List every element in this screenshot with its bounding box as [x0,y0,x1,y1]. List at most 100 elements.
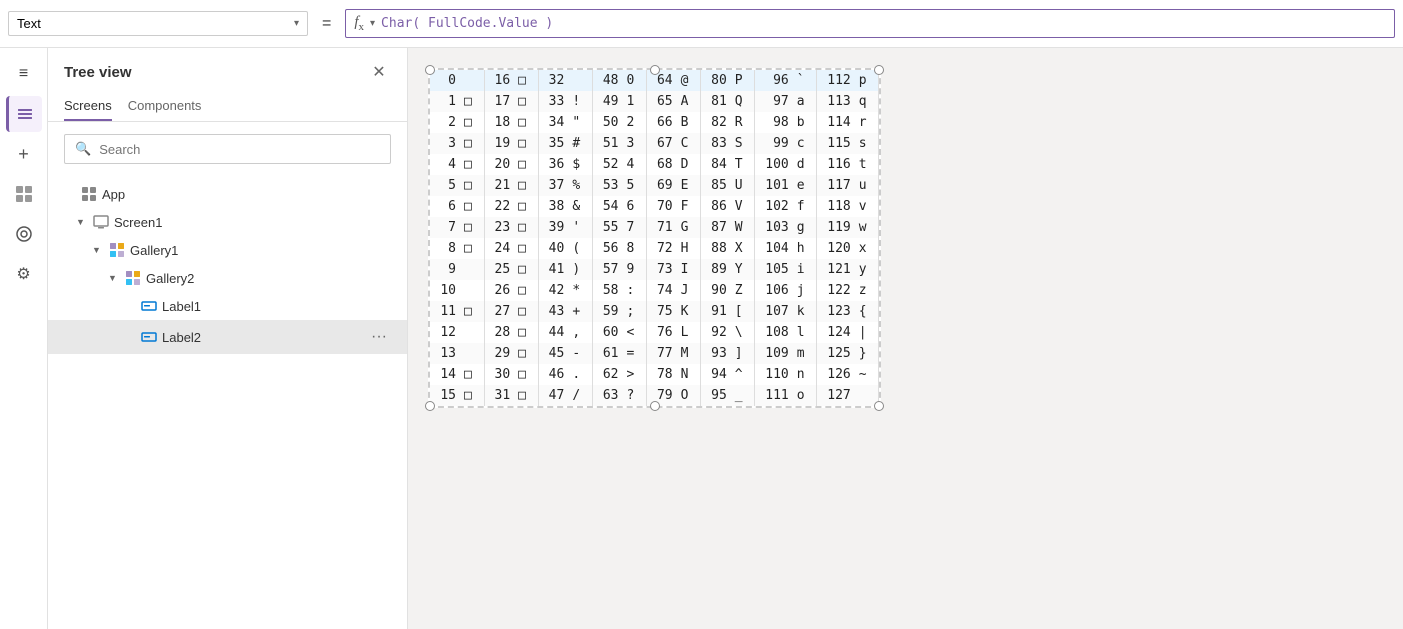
app-label: App [102,187,391,202]
settings-icon-btn[interactable]: ⚙ [6,256,42,292]
main-content: ≡ + ⚙ Tree view [0,48,1403,629]
table-row: ; [622,301,646,322]
table-row: ! [568,91,592,112]
table-row: □ [514,322,538,343]
media-icon-btn[interactable] [6,216,42,252]
resize-handle-tl[interactable] [425,65,435,75]
resize-handle-bm[interactable] [650,401,660,411]
table-row: " [568,112,592,133]
table-row: □ [460,133,484,154]
table-row: 83 [701,133,731,154]
table-row: 25 [484,259,514,280]
table-row: 109 [755,343,793,364]
table-row: \ [731,322,755,343]
tab-components[interactable]: Components [128,92,202,121]
fx-icon: fx [354,14,364,33]
tree-item-app[interactable]: App [48,180,407,208]
table-row: 32 [538,70,568,91]
table-row: □ [514,154,538,175]
table-row: % [568,175,592,196]
table-row: 44 [538,322,568,343]
gallery2-icon [124,269,142,287]
add-icon-btn[interactable]: + [6,136,42,172]
resize-handle-br[interactable] [874,401,884,411]
table-row: 58 [592,280,622,301]
table-row: ( [568,238,592,259]
table-row [460,343,484,364]
table-row: 53 [592,175,622,196]
table-row: □ [460,301,484,322]
table-row: k [793,301,817,322]
tree-item-label2[interactable]: Label2 ··· [48,320,407,354]
tree-item-gallery2[interactable]: ▼ Gallery2 [48,264,407,292]
table-row: 87 [701,217,731,238]
table-row: Y [731,259,755,280]
resize-handle-tm[interactable] [650,65,660,75]
layers-icon-btn[interactable] [6,96,42,132]
table-row: X [731,238,755,259]
table-row: j [793,280,817,301]
tree-close-button[interactable]: ✕ [367,60,391,84]
table-row: 34 [538,112,568,133]
components-icon [15,185,33,203]
table-row: □ [514,112,538,133]
hamburger-icon-btn[interactable]: ≡ [6,56,42,92]
search-input[interactable] [99,142,380,157]
table-row: 8 [622,238,646,259]
table-row: b [793,112,817,133]
table-row: 0 [622,70,646,91]
components-icon-btn[interactable] [6,176,42,212]
resize-handle-bl[interactable] [425,401,435,411]
table-row: G [677,217,701,238]
table-row: g [793,217,817,238]
table-row: h [793,238,817,259]
tree-item-screen1[interactable]: ▼ Screen1 [48,208,407,236]
table-row: $ [568,154,592,175]
table-row: 72 [646,238,676,259]
app-icon [80,185,98,203]
screen-icon [92,213,110,231]
table-row: 23 [484,217,514,238]
table-row: 94 [701,364,731,385]
table-row [460,70,484,91]
table-row: e [793,175,817,196]
table-row: □ [514,280,538,301]
tab-screens[interactable]: Screens [64,92,112,121]
table-row: 57 [592,259,622,280]
resize-handle-tr[interactable] [874,65,884,75]
table-row: 89 [701,259,731,280]
table-row: 115 [817,133,855,154]
table-row: 12 [430,322,460,343]
table-row: 0 [430,70,460,91]
chevron-down-icon: ▾ [294,18,299,29]
tree-item-label1[interactable]: Label1 [48,292,407,320]
table-row: 70 [646,196,676,217]
ascii-table-container: 016□3248064@80P96`112p1□17□33!49165A81Q9… [428,68,881,408]
formula-bar[interactable]: fx ▾ Char( FullCode.Value ) [345,9,1395,38]
table-row: r [855,112,879,133]
table-row: P [731,70,755,91]
table-row: □ [514,385,538,406]
table-row: ] [731,343,755,364]
formula-selector[interactable]: Text ▾ [8,11,308,36]
table-row: n [793,364,817,385]
canvas-area[interactable]: 016□3248064@80P96`112p1□17□33!49165A81Q9… [408,48,1403,629]
table-row: ` [793,70,817,91]
tree-item-gallery1[interactable]: ▼ Gallery1 [48,236,407,264]
table-row: 99 [755,133,793,154]
table-row: 119 [817,217,855,238]
table-row: 7 [622,217,646,238]
table-row: □ [514,196,538,217]
label2-menu-button[interactable]: ··· [367,325,391,349]
table-row: 62 [592,364,622,385]
table-row [460,280,484,301]
table-row: t [855,154,879,175]
equals-sign: = [316,15,337,33]
table-row: 104 [755,238,793,259]
table-row: 84 [701,154,731,175]
table-row: 126 [817,364,855,385]
table-row: 38 [538,196,568,217]
table-row: * [568,280,592,301]
search-box[interactable]: 🔍 [64,134,391,164]
table-row: □ [514,91,538,112]
